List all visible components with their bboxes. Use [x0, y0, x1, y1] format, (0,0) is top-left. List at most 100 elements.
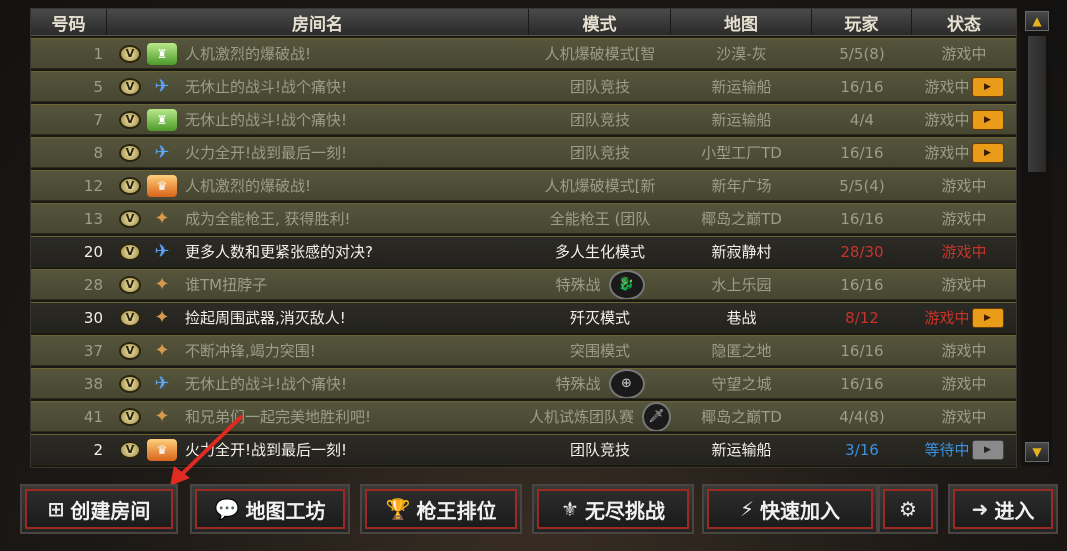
- room-status-cell: 游戏中 ▶: [912, 138, 1016, 167]
- room-map: 小型工厂TD: [701, 144, 782, 162]
- spectate-icon[interactable]: ▶: [971, 109, 1004, 130]
- room-mode-cell: 团队竞技: [529, 138, 671, 167]
- ranking-button[interactable]: 🏆 枪王排位: [360, 484, 522, 534]
- spectate-icon[interactable]: ▶: [971, 76, 1004, 97]
- table-row[interactable]: 37 V ✦ 不断冲锋,竭力突围! 突围模式 隐匿之地 16/16 游戏中: [31, 335, 1016, 366]
- enter-label: 进入: [994, 498, 1035, 523]
- rank-icon: ✦: [154, 340, 170, 361]
- crosshair-emblem-icon: ⊕: [608, 369, 645, 398]
- room-name-cell: V ♛ 人机激烈的爆破战!: [107, 171, 529, 200]
- room-map: 巷战: [726, 309, 757, 327]
- room-map: 新寂静村: [711, 243, 772, 261]
- table-row[interactable]: 8 V ✈ 火力全开!战到最后一刻! 团队竞技 小型工厂TD 16/16 游戏中…: [31, 137, 1016, 168]
- header-mode[interactable]: 模式: [529, 9, 671, 35]
- room-status: 游戏中: [941, 210, 987, 228]
- v-badge-icon: V: [119, 308, 141, 327]
- room-players: 5/5(4): [839, 176, 885, 195]
- trophy-icon: 🏆: [385, 497, 411, 521]
- v-badge-icon: V: [119, 77, 141, 96]
- room-status: 等待中: [924, 441, 970, 459]
- header-name[interactable]: 房间名: [107, 9, 529, 35]
- table-row[interactable]: 20 V ✈ 更多人数和更紧张感的对决? 多人生化模式 新寂静村 28/30 游…: [31, 236, 1016, 267]
- scroll-up-button[interactable]: ▲: [1025, 11, 1049, 31]
- table-row[interactable]: 5 V ✈ 无休止的战斗!战个痛快! 团队竞技 新运输船 16/16 游戏中 ▶: [31, 71, 1016, 102]
- table-row[interactable]: 28 V ✦ 谁TM扭脖子 特殊战 🐉 水上乐园 16/16 游戏中: [31, 269, 1016, 300]
- quick-join-button[interactable]: ⚡ 快速加入: [702, 484, 878, 534]
- scroll-down-button[interactable]: ▼: [1025, 442, 1049, 462]
- room-mode-cell: 团队竞技: [529, 72, 671, 101]
- room-name-cell: V ✦ 谁TM扭脖子: [107, 270, 529, 299]
- knife-emblem-icon: 🗡: [642, 402, 671, 431]
- v-badge-icon: V: [119, 440, 141, 459]
- room-map: 水上乐园: [711, 276, 772, 294]
- room-name: 无休止的战斗!战个痛快!: [185, 78, 348, 96]
- create-room-button[interactable]: ⊞ 创建房间: [20, 484, 178, 534]
- room-number: 41: [83, 407, 103, 426]
- room-number: 1: [93, 44, 103, 63]
- header-status[interactable]: 状态: [912, 9, 1016, 35]
- table-row[interactable]: 7 V ♜ 无休止的战斗!战个痛快! 团队竞技 新运输船 4/4 游戏中 ▶: [31, 104, 1016, 135]
- spectate-icon[interactable]: ▶: [971, 307, 1004, 328]
- room-status-cell: 游戏中 ▶: [912, 72, 1016, 101]
- v-badge-icon: V: [119, 275, 141, 294]
- room-mode: 团队竞技: [569, 441, 630, 459]
- room-name-cell: V ✦ 成为全能枪王, 获得胜利!: [107, 204, 529, 233]
- room-map: 沙漠-灰: [716, 45, 767, 63]
- lightning-icon: ⚡: [739, 497, 755, 521]
- room-mode-cell: 全能枪王 (团队: [529, 204, 671, 233]
- room-mode: 人机爆破模式[智: [544, 45, 656, 63]
- table-row[interactable]: 30 V ✦ 捡起周围武器,消灭敌人! 歼灭模式 巷战 8/12 游戏中 ▶: [31, 302, 1016, 333]
- room-number: 28: [83, 275, 103, 294]
- header-players[interactable]: 玩家: [812, 9, 912, 35]
- header-num[interactable]: 号码: [31, 9, 107, 35]
- room-players: 3/16: [845, 440, 879, 459]
- room-map: 新运输船: [711, 111, 772, 129]
- table-row[interactable]: 38 V ✈ 无休止的战斗!战个痛快! 特殊战 ⊕ 守望之城 16/16 游戏中: [31, 368, 1016, 399]
- room-number: 7: [93, 110, 103, 129]
- room-players: 16/16: [840, 341, 884, 360]
- room-name: 捡起周围武器,消灭敌人!: [185, 309, 346, 327]
- quick-join-label: 快速加入: [760, 498, 841, 523]
- table-row[interactable]: 1 V ♜ 人机激烈的爆破战! 人机爆破模式[智 沙漠-灰 5/5(8) 游戏中: [31, 38, 1016, 69]
- rank-icon: ✈: [154, 241, 170, 262]
- room-name: 谁TM扭脖子: [185, 276, 268, 294]
- room-status: 游戏中: [941, 342, 987, 360]
- room-name-cell: V ✈ 无休止的战斗!战个痛快!: [107, 369, 529, 398]
- room-mode-cell: 突围模式: [529, 336, 671, 365]
- bottom-toolbar: ⊞ 创建房间 💬 地图工坊 🏆 枪王排位 ⚜ 无尽挑战 ⚡ 快速加入 ⚙ ➜ 进入: [0, 484, 1067, 534]
- settings-button[interactable]: ⚙: [878, 484, 938, 534]
- room-map: 新运输船: [711, 78, 772, 96]
- room-players: 16/16: [840, 374, 884, 393]
- room-name: 人机激烈的爆破战!: [185, 177, 312, 195]
- v-badge-icon: V: [119, 407, 141, 426]
- table-row[interactable]: 12 V ♛ 人机激烈的爆破战! 人机爆破模式[新 新年广场 5/5(4) 游戏…: [31, 170, 1016, 201]
- enter-button[interactable]: ➜ 进入: [948, 484, 1058, 534]
- room-status-cell: 游戏中: [912, 39, 1016, 68]
- room-status-cell: 游戏中: [912, 369, 1016, 398]
- room-number: 5: [93, 77, 103, 96]
- scroll-thumb[interactable]: [1028, 36, 1046, 172]
- spectate-icon[interactable]: ▶: [971, 142, 1004, 163]
- room-map: 椰岛之巅TD: [701, 210, 782, 228]
- header-map[interactable]: 地图: [671, 9, 812, 35]
- table-row[interactable]: 13 V ✦ 成为全能枪王, 获得胜利! 全能枪王 (团队 椰岛之巅TD 16/…: [31, 203, 1016, 234]
- rank-icon: ✦: [154, 208, 170, 229]
- ranking-label: 枪王排位: [416, 498, 497, 523]
- room-status: 游戏中: [941, 45, 987, 63]
- room-status-cell: 游戏中 ▶: [912, 105, 1016, 134]
- spectate-icon[interactable]: ▶: [971, 439, 1004, 460]
- room-name-cell: V ♜ 人机激烈的爆破战!: [107, 39, 529, 68]
- room-map: 椰岛之巅TD: [701, 408, 782, 426]
- room-players: 8/12: [845, 308, 879, 327]
- room-status: 游戏中: [924, 78, 970, 96]
- room-mode: 多人生化模式: [554, 243, 645, 261]
- v-badge-icon: V: [119, 176, 141, 195]
- room-mode-cell: 多人生化模式: [529, 237, 671, 266]
- room-players: 16/16: [840, 77, 884, 96]
- scrollbar[interactable]: ▲ ▼: [1022, 8, 1052, 466]
- rank-icon: ✦: [154, 307, 170, 328]
- map-workshop-button[interactable]: 💬 地图工坊: [190, 484, 350, 534]
- room-number: 12: [83, 176, 103, 195]
- room-mode-cell: 团队竞技: [529, 435, 671, 464]
- endless-challenge-button[interactable]: ⚜ 无尽挑战: [532, 484, 694, 534]
